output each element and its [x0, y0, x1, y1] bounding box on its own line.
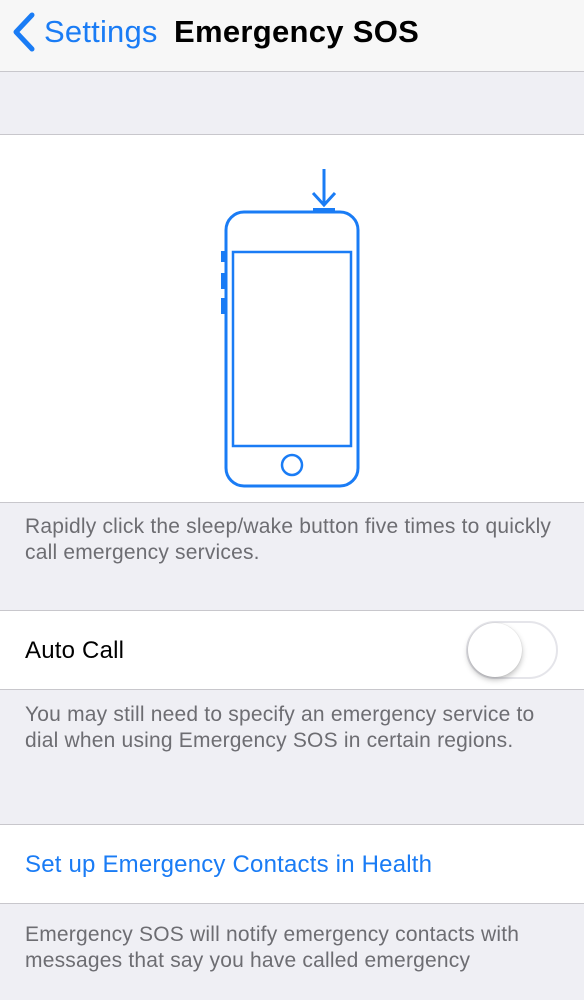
back-button-label: Settings [44, 14, 158, 49]
page-title: Emergency SOS [174, 14, 420, 49]
auto-call-toggle[interactable] [466, 621, 558, 679]
navigation-bar: Settings Emergency SOS [0, 0, 584, 72]
chevron-left-icon [13, 12, 35, 52]
contacts-footer: Emergency SOS will notify emergency cont… [25, 923, 520, 972]
auto-call-footer: You may still need to specify an emergen… [25, 703, 535, 752]
emergency-contacts-row[interactable]: Set up Emergency Contacts in Health [0, 824, 584, 904]
phone-sleep-wake-icon [221, 169, 360, 488]
sos-illustration [0, 134, 584, 503]
auto-call-label: Auto Call [25, 637, 125, 664]
emergency-contacts-link[interactable]: Set up Emergency Contacts in Health [25, 825, 432, 905]
back-button[interactable]: Settings [12, 10, 158, 54]
auto-call-row: Auto Call [0, 610, 584, 690]
toggle-knob [468, 623, 522, 677]
sos-description: Rapidly click the sleep/wake button five… [25, 515, 552, 564]
